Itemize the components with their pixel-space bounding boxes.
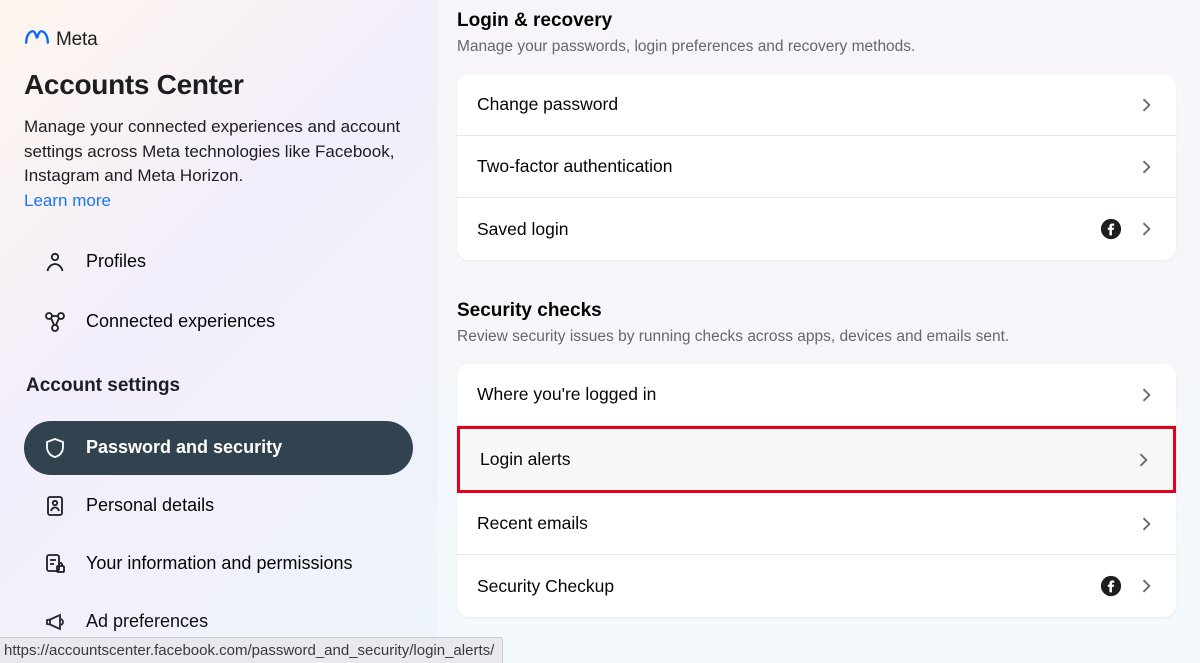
chevron-right-icon [1136,514,1156,534]
section-desc-security-checks: Review security issues by running checks… [457,328,1176,346]
row-label: Recent emails [477,513,588,534]
meta-logo-icon [24,28,50,51]
sidebar: Meta Accounts Center Manage your connect… [0,0,437,663]
megaphone-icon [42,609,68,635]
section-title-login-recovery: Login & recovery [457,10,1176,32]
row-right [1133,450,1153,470]
row-security-checkup[interactable]: Security Checkup [457,555,1176,617]
sidebar-item-connected-experiences[interactable]: Connected experiences [24,295,413,349]
row-right [1136,514,1156,534]
sidebar-item-label: Password and security [86,436,282,459]
sidebar-item-profiles[interactable]: Profiles [24,235,413,289]
shield-icon [42,435,68,461]
main-content: Login & recovery Manage your passwords, … [437,0,1200,663]
sidebar-section-heading: Account settings [24,375,413,397]
sidebar-item-label: Profiles [86,250,146,273]
row-right [1100,575,1156,597]
chevron-right-icon [1136,576,1156,596]
row-label: Change password [477,94,618,115]
app-root: Meta Accounts Center Manage your connect… [0,0,1200,663]
row-right [1136,385,1156,405]
chevron-right-icon [1136,95,1156,115]
section-title-security-checks: Security checks [457,300,1176,322]
row-saved-login[interactable]: Saved login [457,198,1176,260]
row-right [1100,218,1156,240]
chevron-right-icon [1136,157,1156,177]
browser-status-bar: https://accountscenter.facebook.com/pass… [0,637,503,663]
sidebar-item-password-security[interactable]: Password and security [24,421,413,475]
person-icon [42,249,68,275]
page-description: Manage your connected experiences and ac… [24,115,413,189]
id-card-icon [42,493,68,519]
chevron-right-icon [1136,385,1156,405]
connected-icon [42,309,68,335]
sidebar-nav-settings: Password and security Personal details Y… [24,421,413,649]
card-group-security-checks: Where you're logged in Login alerts Rece… [457,364,1176,617]
facebook-icon [1100,218,1122,240]
learn-more-link[interactable]: Learn more [24,191,111,211]
sidebar-item-personal-details[interactable]: Personal details [24,479,413,533]
document-lock-icon [42,551,68,577]
meta-brand: Meta [24,28,413,51]
row-label: Where you're logged in [477,384,656,405]
sidebar-item-info-permissions[interactable]: Your information and permissions [24,537,413,591]
row-recent-emails[interactable]: Recent emails [457,493,1176,555]
row-where-logged-in[interactable]: Where you're logged in [457,364,1176,426]
section-desc-login-recovery: Manage your passwords, login preferences… [457,38,1176,56]
row-change-password[interactable]: Change password [457,74,1176,136]
chevron-right-icon [1136,219,1156,239]
sidebar-item-label: Connected experiences [86,310,275,333]
sidebar-item-label: Your information and permissions [86,552,352,575]
meta-brand-text: Meta [56,29,97,51]
sidebar-item-label: Personal details [86,494,214,517]
row-right [1136,95,1156,115]
page-title: Accounts Center [24,69,413,101]
row-label: Two-factor authentication [477,156,673,177]
chevron-right-icon [1133,450,1153,470]
sidebar-nav-top: Profiles Connected experiences [24,235,413,349]
row-label: Saved login [477,219,568,240]
card-group-login-recovery: Change password Two-factor authenticatio… [457,74,1176,260]
row-label: Security Checkup [477,576,614,597]
row-label: Login alerts [480,449,570,470]
row-login-alerts[interactable]: Login alerts [457,426,1176,493]
sidebar-item-label: Ad preferences [86,610,208,633]
row-right [1136,157,1156,177]
row-two-factor[interactable]: Two-factor authentication [457,136,1176,198]
facebook-icon [1100,575,1122,597]
